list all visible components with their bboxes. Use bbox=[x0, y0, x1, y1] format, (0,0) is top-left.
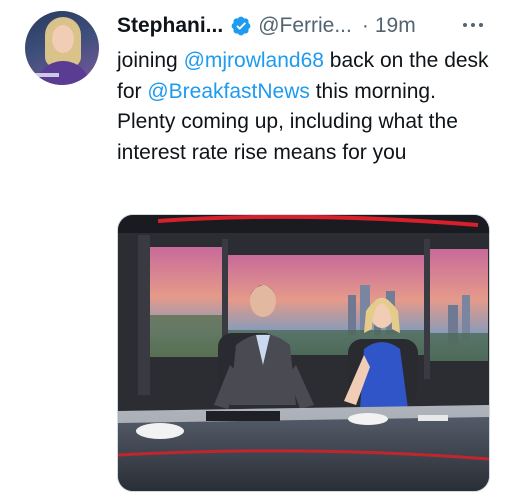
timestamp[interactable]: 19m bbox=[375, 14, 416, 38]
avatar-face bbox=[52, 25, 74, 53]
avatar-caption-bar bbox=[33, 73, 59, 77]
author-name[interactable]: Stephani... bbox=[117, 14, 223, 38]
mention-link[interactable]: @mjrowland68 bbox=[184, 49, 324, 72]
tweet-text-segment: joining bbox=[117, 49, 184, 72]
tweet-photo[interactable] bbox=[117, 214, 490, 492]
tweet-header: Stephani... @Ferrie... · 19m bbox=[117, 11, 493, 41]
separator-dot: · bbox=[361, 14, 369, 37]
more-options-icon[interactable] bbox=[458, 14, 488, 36]
avatar[interactable] bbox=[25, 11, 99, 85]
tweet-text: joining @mjrowland68 back on the desk fo… bbox=[117, 46, 497, 168]
author-handle[interactable]: @Ferrie... bbox=[258, 14, 352, 38]
mention-link[interactable]: @BreakfastNews bbox=[147, 80, 310, 103]
news-studio-photo bbox=[118, 215, 489, 491]
verified-badge-icon bbox=[230, 15, 252, 37]
